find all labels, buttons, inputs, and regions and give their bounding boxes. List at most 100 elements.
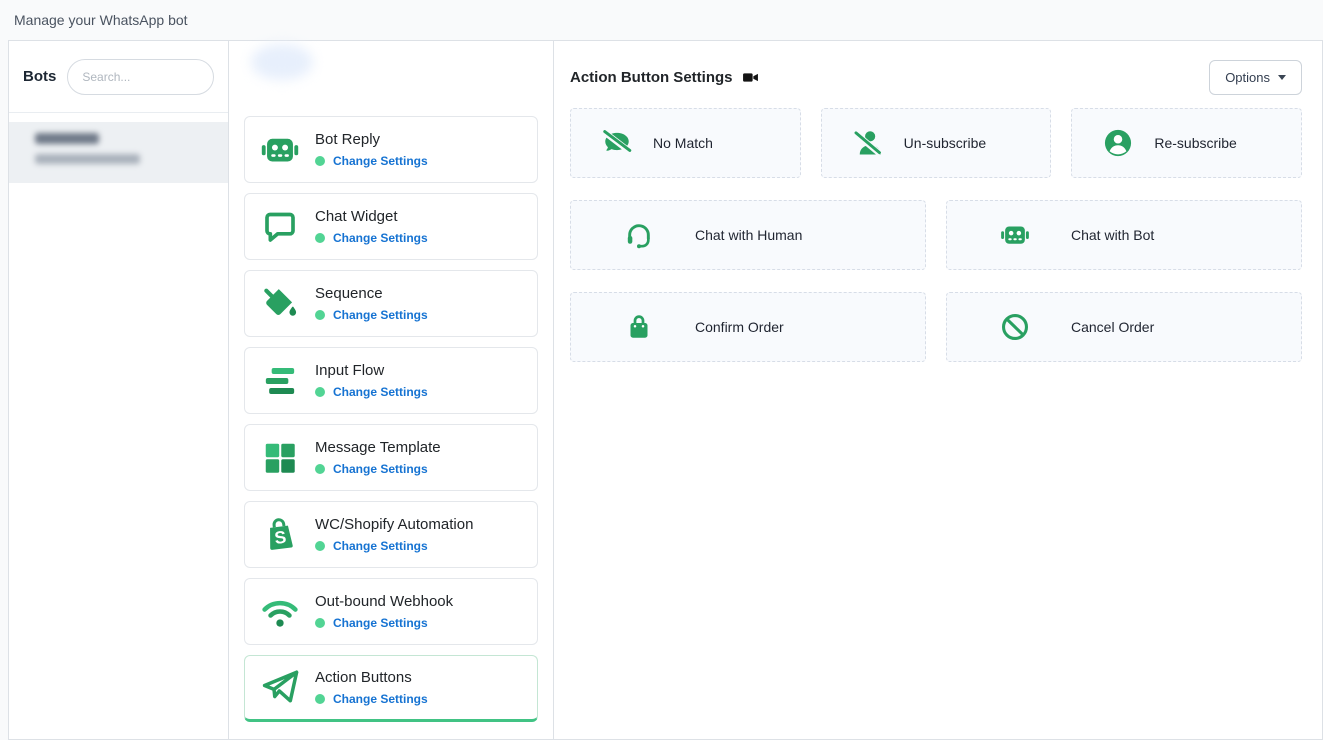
status-dot [315,156,325,166]
action-label: Chat with Bot [1071,227,1154,243]
status-dot [315,464,325,474]
feature-card-outbound-webhook[interactable]: Out-bound Webhook Change Settings [244,578,538,645]
action-card-re-subscribe[interactable]: Re-subscribe [1071,108,1302,178]
feature-text: Input Flow Change Settings [315,362,428,399]
feature-action-row: Change Settings [315,462,441,476]
status-dot [315,618,325,628]
feature-title: Chat Widget [315,208,428,225]
shopping-bag-icon [623,312,655,342]
feature-card-shopify-automation[interactable]: S WC/Shopify Automation Change Settings [244,501,538,568]
feature-card-message-template[interactable]: Message Template Change Settings [244,424,538,491]
action-label: Un-subscribe [904,135,986,151]
change-settings-link[interactable]: Change Settings [333,308,428,322]
chevron-down-icon [1278,75,1286,80]
feature-title: Out-bound Webhook [315,593,453,610]
feature-card-sequence[interactable]: Sequence Change Settings [244,270,538,337]
feature-text: Message Template Change Settings [315,439,441,476]
feature-action-row: Change Settings [315,385,428,399]
action-card-no-match[interactable]: No Match [570,108,801,178]
main-panel: Bots [8,40,1323,740]
feature-card-bot-reply[interactable]: Bot Reply Change Settings [244,116,538,183]
action-card-cancel-order[interactable]: Cancel Order [946,292,1302,362]
feature-title: Sequence [315,285,428,302]
feature-text: WC/Shopify Automation Change Settings [315,516,473,553]
bots-sidebar: Bots [9,41,229,739]
page-title: Manage your WhatsApp bot [14,12,188,28]
feature-action-row: Change Settings [315,154,428,168]
action-label: Cancel Order [1071,319,1154,335]
blurred-avatar-blob [251,44,313,80]
bots-heading: Bots [23,68,56,85]
status-dot [315,694,325,704]
feature-card-chat-widget[interactable]: Chat Widget Change Settings [244,193,538,260]
status-dot [315,233,325,243]
action-card-chat-with-bot[interactable]: Chat with Bot [946,200,1302,270]
feature-action-row: Change Settings [315,231,428,245]
options-button[interactable]: Options [1209,60,1302,95]
video-camera-icon[interactable] [742,69,759,86]
feature-text: Bot Reply Change Settings [315,131,428,168]
feature-text: Chat Widget Change Settings [315,208,428,245]
svg-text:S: S [273,526,287,547]
feature-text: Out-bound Webhook Change Settings [315,593,453,630]
wifi-icon [257,591,303,633]
user-slash-icon [852,127,884,159]
panel-title: Action Button Settings [570,69,732,86]
features-column: Bot Reply Change Settings Chat Widget Ch… [229,41,554,739]
change-settings-link[interactable]: Change Settings [333,616,428,630]
action-card-un-subscribe[interactable]: Un-subscribe [821,108,1052,178]
action-label: Confirm Order [695,319,784,335]
headset-icon [623,219,655,251]
action-label: No Match [653,135,713,151]
feature-title: Input Flow [315,362,428,379]
comment-slash-icon [601,126,633,160]
status-dot [315,541,325,551]
bot-list-item-selected[interactable] [9,122,228,183]
feature-text: Action Buttons Change Settings [315,669,428,706]
shopify-bag-icon: S [257,515,303,555]
fill-drip-icon [257,283,303,325]
sidebar-header: Bots [9,41,228,113]
options-button-label: Options [1225,70,1270,85]
topbar: Manage your WhatsApp bot [0,0,1323,40]
action-button-settings-panel: Action Button Settings Options [554,41,1322,739]
bars-icon [257,361,303,401]
action-label: Re-subscribe [1154,135,1236,151]
bot-search-input[interactable] [67,59,214,95]
bot-name-redacted [35,133,99,144]
user-circle-icon [1102,127,1134,159]
robot-icon [257,129,303,171]
action-buttons-grid: No Match Un-subscribe [570,108,1302,362]
feature-title: Message Template [315,439,441,456]
bot-phone-redacted [35,154,140,164]
feature-title: WC/Shopify Automation [315,516,473,533]
status-dot [315,387,325,397]
feature-text: Sequence Change Settings [315,285,428,322]
action-row-3: Confirm Order Cancel Order [570,292,1302,362]
feature-title: Bot Reply [315,131,428,148]
chat-bubble-icon [257,207,303,247]
change-settings-link[interactable]: Change Settings [333,154,428,168]
change-settings-link[interactable]: Change Settings [333,692,428,706]
action-card-chat-with-human[interactable]: Chat with Human [570,200,926,270]
action-row-2: Chat with Human [570,200,1302,270]
feature-card-input-flow[interactable]: Input Flow Change Settings [244,347,538,414]
grid-icon [257,439,303,477]
feature-action-row: Change Settings [315,692,428,706]
feature-action-row: Change Settings [315,616,453,630]
panel-header: Action Button Settings Options [570,57,1302,97]
change-settings-link[interactable]: Change Settings [333,462,428,476]
action-card-confirm-order[interactable]: Confirm Order [570,292,926,362]
action-row-1: No Match Un-subscribe [570,108,1302,178]
change-settings-link[interactable]: Change Settings [333,539,428,553]
robot-icon [999,219,1031,251]
action-label: Chat with Human [695,227,802,243]
status-dot [315,310,325,320]
feature-action-row: Change Settings [315,539,473,553]
feature-action-row: Change Settings [315,308,428,322]
ban-icon [999,311,1031,343]
change-settings-link[interactable]: Change Settings [333,231,428,245]
feature-title: Action Buttons [315,669,428,686]
feature-card-action-buttons[interactable]: Action Buttons Change Settings [244,655,538,722]
change-settings-link[interactable]: Change Settings [333,385,428,399]
